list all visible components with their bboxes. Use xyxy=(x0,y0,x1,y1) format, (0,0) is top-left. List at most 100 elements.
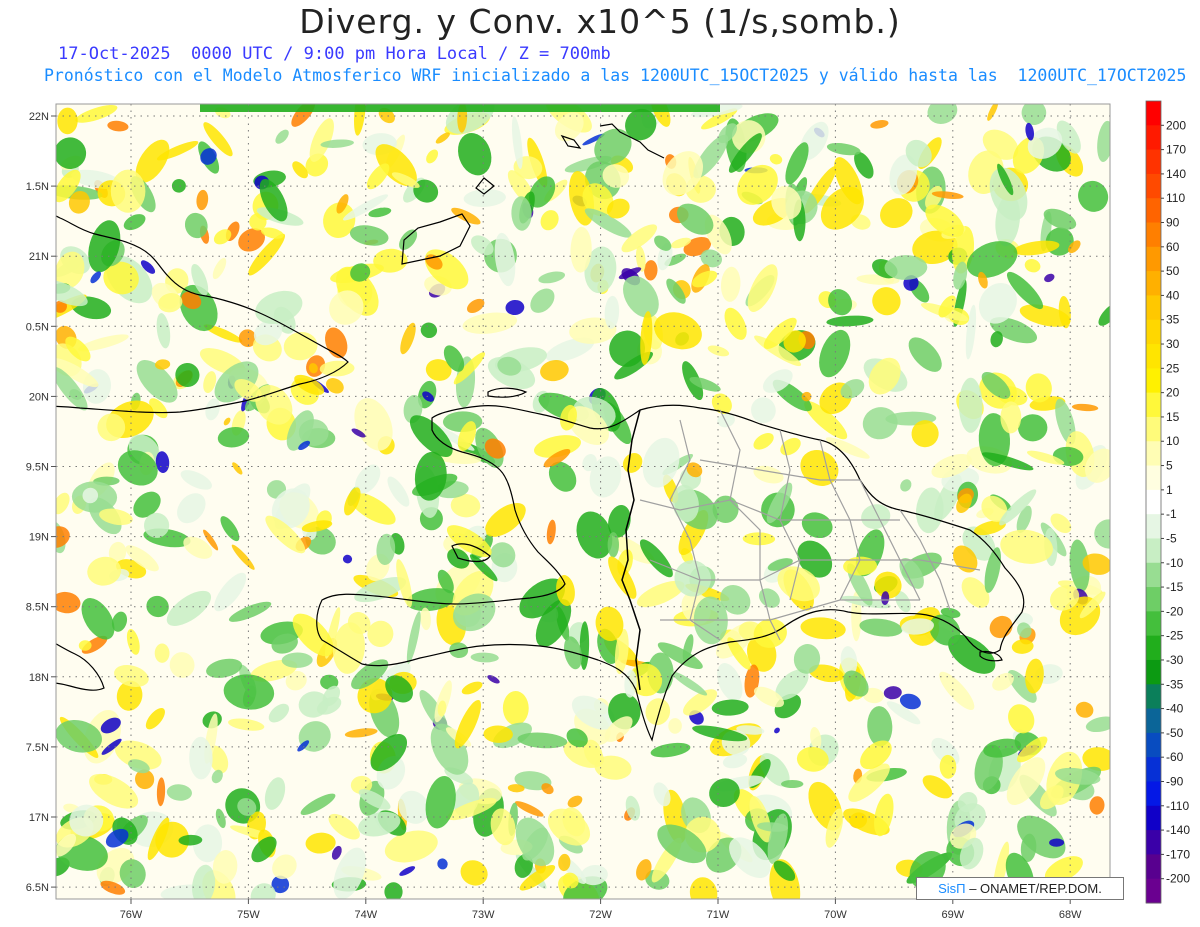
lat-label: 6.5N xyxy=(26,882,49,894)
colorbar-segment xyxy=(1146,708,1161,734)
lon-label: 73W xyxy=(472,909,495,921)
colorbar-segment xyxy=(1146,684,1161,710)
colorbar-label: 60 xyxy=(1166,240,1180,254)
colorbar-label: -40 xyxy=(1166,702,1184,716)
colorbar-segment xyxy=(1146,271,1161,296)
lat-label: 18N xyxy=(29,672,49,684)
colorbar-label: -90 xyxy=(1166,774,1184,788)
colorbar-label: 5 xyxy=(1166,459,1173,473)
colorbar-label: 110 xyxy=(1166,191,1185,205)
colorbar-label: 20 xyxy=(1166,386,1180,400)
model-info-subtitle: Pronóstico con el Modelo Atmosferico WRF… xyxy=(44,66,1187,85)
colorbar-segment xyxy=(1146,805,1161,831)
lon-label: 75W xyxy=(237,909,260,921)
colorbar-label: 1 xyxy=(1166,483,1173,497)
colorbar-label: -200 xyxy=(1166,872,1190,886)
longitude-axis: 76W 75W 74W 73W 72W 71W 70W 69W 68W xyxy=(120,899,1082,921)
colorbar-label: -60 xyxy=(1166,750,1184,764)
colorbar-segment xyxy=(1146,416,1161,442)
colorbar-label: -35 xyxy=(1166,677,1184,691)
field-blob xyxy=(781,780,804,788)
colorbar-segment xyxy=(1146,611,1161,637)
forecast-map: 22N 1.5N 21N 0.5N 20N 9.5N 19N 8.5N 18N 7.5N 17N 6.… xyxy=(26,100,1190,921)
colorbar-segment xyxy=(1146,295,1161,321)
colorbar-label: 35 xyxy=(1166,313,1180,327)
credit-box: SisΠ – ONAMET/REP.DOM. xyxy=(916,877,1124,900)
field-blob xyxy=(958,377,983,433)
lat-label: 17N xyxy=(29,812,49,824)
colorbar-segment xyxy=(1146,149,1161,175)
valid-time-subtitle: 17-Oct-2025 0000 UTC / 9:00 pm Hora Loca… xyxy=(58,44,611,64)
colorbar-segment xyxy=(1146,562,1161,588)
colorbar-label: -170 xyxy=(1166,847,1190,861)
lon-label: 72W xyxy=(589,909,612,921)
lat-label: 1.5N xyxy=(26,181,49,193)
lon-label: 76W xyxy=(120,909,143,921)
colorbar-segment xyxy=(1146,198,1161,224)
field-blob xyxy=(607,532,619,558)
colorbar-label: 50 xyxy=(1166,264,1180,278)
lat-label: 21N xyxy=(29,251,49,263)
lat-label: 20N xyxy=(29,391,49,403)
colorbar-label: -1 xyxy=(1166,507,1177,521)
colorbar-label: -20 xyxy=(1166,604,1184,618)
colorbar-label: -10 xyxy=(1166,556,1184,570)
colorbar-segment xyxy=(1146,222,1161,248)
colorbar-segment xyxy=(1146,635,1161,661)
colorbar-segment xyxy=(1146,344,1161,369)
colorbar: 200 170 140 110 90 60 50 40 35 30 25 20 15 10 5 1 -1 -5 -1… xyxy=(1145,100,1190,904)
colorbar-segment xyxy=(1146,878,1161,904)
colorbar-label: -15 xyxy=(1166,580,1184,594)
lat-label: 0.5N xyxy=(26,321,49,333)
lon-label: 69W xyxy=(941,909,964,921)
colorbar-label: 170 xyxy=(1166,143,1186,157)
colorbar-segment xyxy=(1146,101,1161,126)
colorbar-segment xyxy=(1146,489,1161,515)
colorbar-segment xyxy=(1146,538,1161,564)
sispi-brand: SisΠ xyxy=(938,881,966,896)
latitude-axis: 22N 1.5N 21N 0.5N 20N 9.5N 19N 8.5N 18N 7.5N 17N 6.… xyxy=(26,111,56,894)
lon-label: 70W xyxy=(824,909,847,921)
colorbar-label: 10 xyxy=(1166,434,1180,448)
colorbar-segment xyxy=(1146,757,1161,782)
credit-text: – ONAMET/REP.DOM. xyxy=(965,881,1102,896)
field-blob xyxy=(154,643,170,663)
colorbar-label: -110 xyxy=(1166,799,1189,813)
colorbar-segment xyxy=(1146,319,1161,345)
lat-label: 9.5N xyxy=(26,462,49,474)
colorbar-segment xyxy=(1146,732,1161,758)
colorbar-label: 90 xyxy=(1166,216,1180,230)
colorbar-segment xyxy=(1146,587,1161,612)
colorbar-label: 140 xyxy=(1166,167,1186,181)
colorbar-segment xyxy=(1146,854,1161,880)
lon-label: 68W xyxy=(1059,909,1082,921)
field-blob xyxy=(110,169,146,213)
lat-label: 22N xyxy=(29,111,49,123)
colorbar-segment xyxy=(1146,173,1161,199)
colorbar-label: -5 xyxy=(1166,531,1177,545)
colorbar-segment xyxy=(1146,392,1161,418)
colorbar-label: -30 xyxy=(1166,653,1184,667)
colorbar-label: 15 xyxy=(1166,410,1180,424)
colorbar-segment xyxy=(1146,465,1161,491)
colorbar-label: 30 xyxy=(1166,337,1180,351)
colorbar-segment xyxy=(1146,781,1161,807)
colorbar-label: 40 xyxy=(1166,288,1180,302)
lon-label: 74W xyxy=(354,909,377,921)
lat-label: 7.5N xyxy=(26,742,49,754)
lat-label: 8.5N xyxy=(26,602,49,614)
colorbar-segment xyxy=(1146,125,1161,151)
field-blob xyxy=(712,495,739,523)
colorbar-label: -25 xyxy=(1166,629,1184,643)
colorbar-segment xyxy=(1146,368,1161,394)
colorbar-segment xyxy=(1146,659,1161,685)
map-title: Diverg. y Conv. x10^5 (1/s,somb.) xyxy=(299,2,901,41)
field-blob xyxy=(200,104,720,112)
colorbar-segment xyxy=(1146,441,1161,467)
colorbar-label: -50 xyxy=(1166,726,1184,740)
colorbar-label: -140 xyxy=(1166,823,1190,837)
lon-label: 71W xyxy=(707,909,730,921)
colorbar-segment xyxy=(1146,830,1161,855)
colorbar-label: 25 xyxy=(1166,361,1180,375)
colorbar-segment xyxy=(1146,514,1161,539)
